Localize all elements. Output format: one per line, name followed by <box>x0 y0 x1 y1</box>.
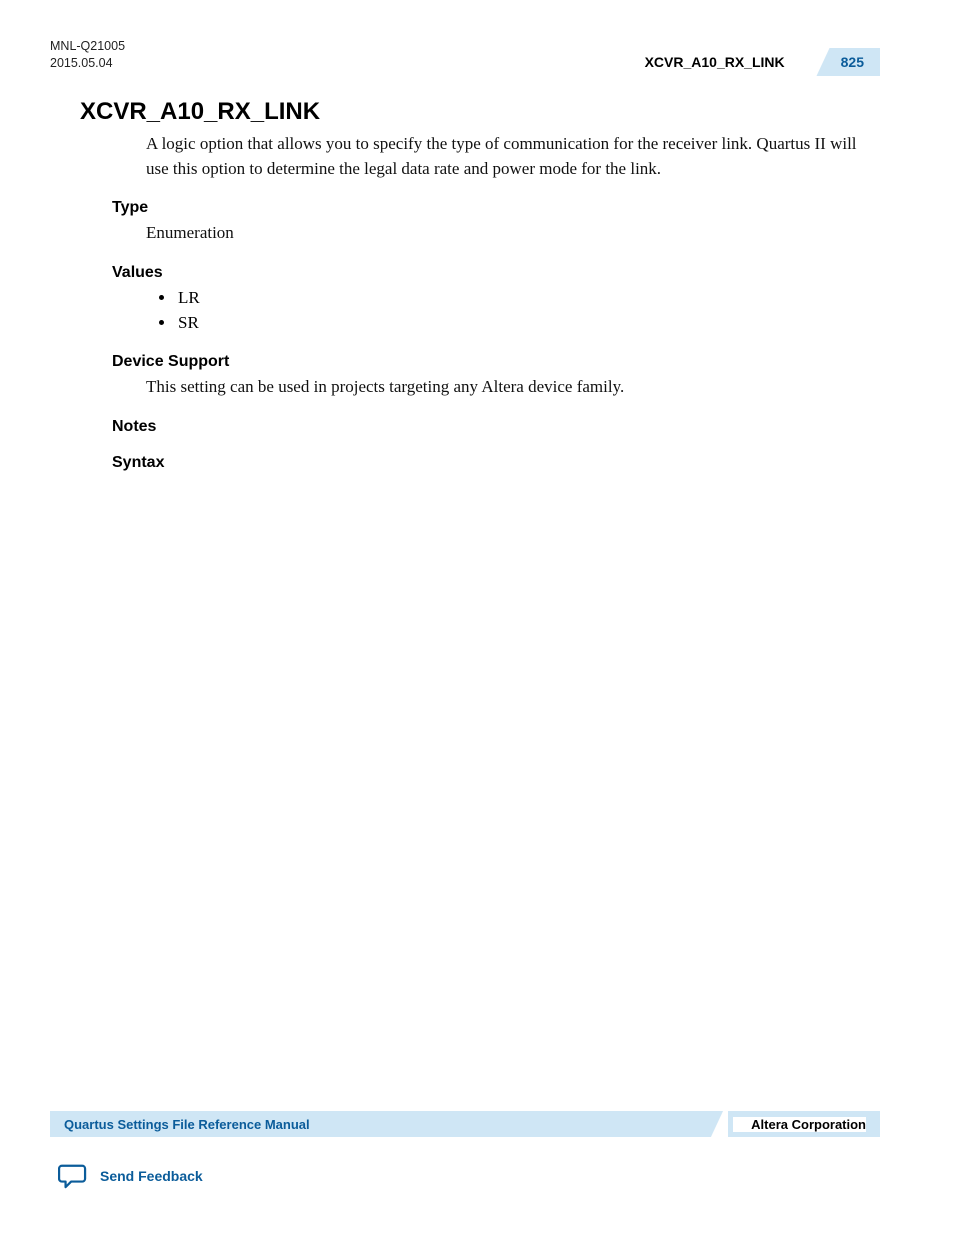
send-feedback[interactable]: Send Feedback <box>58 1163 203 1189</box>
values-list: LR SR <box>176 286 880 335</box>
send-feedback-link[interactable]: Send Feedback <box>100 1168 203 1184</box>
section-notes-label: Notes <box>112 418 880 436</box>
doc-date: 2015.05.04 <box>50 55 125 72</box>
footer-bar: Quartus Settings File Reference Manual A… <box>50 1111 880 1137</box>
page-number-badge: 825 <box>813 48 880 76</box>
list-item: LR <box>176 286 880 311</box>
intro-paragraph: A logic option that allows you to specif… <box>146 132 880 181</box>
speech-bubble-icon <box>58 1163 88 1189</box>
page-title: XCVR_A10_RX_LINK <box>80 98 880 126</box>
header-right: XCVR_A10_RX_LINK 825 <box>645 48 880 76</box>
section-syntax-label: Syntax <box>112 454 880 472</box>
list-item: SR <box>176 311 880 336</box>
section-device-support-label: Device Support <box>112 353 880 371</box>
running-title: XCVR_A10_RX_LINK <box>645 54 785 70</box>
page-header: MNL-Q21005 2015.05.04 XCVR_A10_RX_LINK 8… <box>50 38 880 76</box>
footer-company: Altera Corporation <box>733 1117 866 1132</box>
header-left: MNL-Q21005 2015.05.04 <box>50 38 125 72</box>
page-container: MNL-Q21005 2015.05.04 XCVR_A10_RX_LINK 8… <box>0 0 954 1235</box>
section-device-support-body: This setting can be used in projects tar… <box>146 375 880 400</box>
section-type-body: Enumeration <box>146 221 880 246</box>
footer-manual-link[interactable]: Quartus Settings File Reference Manual <box>64 1117 310 1132</box>
section-values-label: Values <box>112 264 880 282</box>
doc-id: MNL-Q21005 <box>50 38 125 55</box>
section-type-label: Type <box>112 199 880 217</box>
